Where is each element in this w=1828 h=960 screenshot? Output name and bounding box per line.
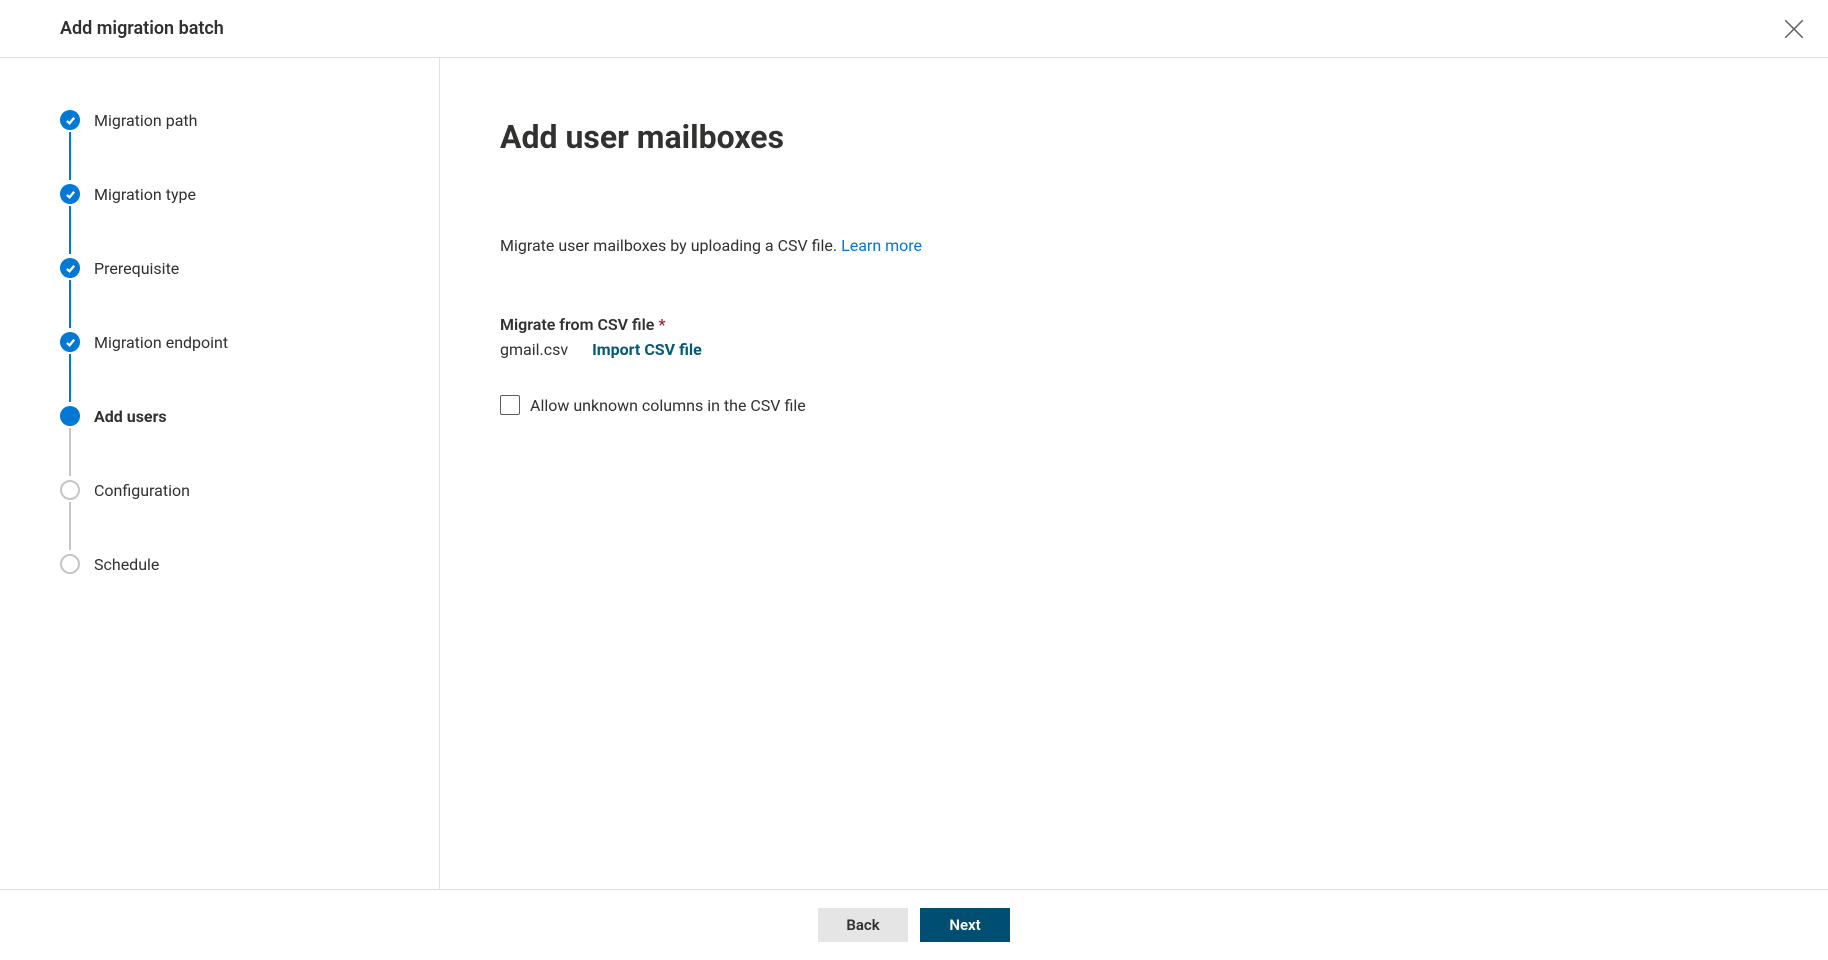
- back-button[interactable]: Back: [818, 908, 908, 942]
- checkmark-icon: [60, 184, 80, 204]
- step-label: Configuration: [94, 481, 190, 500]
- step-label: Migration endpoint: [94, 333, 228, 352]
- content-title: Add user mailboxes: [500, 118, 1768, 156]
- allow-unknown-columns-row: Allow unknown columns in the CSV file: [500, 395, 1768, 415]
- step-configuration: Configuration: [60, 478, 409, 502]
- step-migration-path[interactable]: Migration path: [60, 108, 409, 132]
- step-label: Schedule: [94, 555, 159, 574]
- page-header: Add migration batch: [0, 0, 1828, 58]
- step-schedule: Schedule: [60, 552, 409, 576]
- upcoming-step-icon: [60, 480, 80, 500]
- step-label: Add users: [94, 407, 167, 426]
- checkmark-icon: [60, 332, 80, 352]
- page-title: Add migration batch: [60, 18, 224, 39]
- current-step-icon: [60, 406, 80, 426]
- step-migration-type[interactable]: Migration type: [60, 182, 409, 206]
- csv-label-text: Migrate from CSV file: [500, 315, 654, 334]
- allow-unknown-columns-label: Allow unknown columns in the CSV file: [530, 396, 806, 415]
- checkmark-icon: [60, 110, 80, 130]
- step-label: Migration type: [94, 185, 196, 204]
- csv-field-label: Migrate from CSV file *: [500, 315, 1768, 334]
- close-button[interactable]: [1784, 19, 1804, 39]
- step-migration-endpoint[interactable]: Migration endpoint: [60, 330, 409, 354]
- learn-more-link[interactable]: Learn more: [841, 236, 922, 255]
- allow-unknown-columns-checkbox[interactable]: [500, 395, 520, 415]
- step-add-users[interactable]: Add users: [60, 404, 409, 428]
- step-label: Prerequisite: [94, 259, 179, 278]
- description-text: Migrate user mailboxes by uploading a CS…: [500, 236, 841, 255]
- wizard-content: Add user mailboxes Migrate user mailboxe…: [440, 58, 1828, 889]
- csv-file-name: gmail.csv: [500, 340, 568, 359]
- upcoming-step-icon: [60, 554, 80, 574]
- csv-file-row: gmail.csv Import CSV file: [500, 340, 1768, 359]
- wizard-footer: Back Next: [0, 889, 1828, 960]
- wizard-steps-sidebar: Migration path Migration type Prerequisi…: [0, 58, 440, 889]
- checkmark-icon: [60, 258, 80, 278]
- content-description: Migrate user mailboxes by uploading a CS…: [500, 236, 1768, 255]
- step-label: Migration path: [94, 111, 197, 130]
- import-csv-button[interactable]: Import CSV file: [592, 340, 702, 359]
- step-prerequisite[interactable]: Prerequisite: [60, 256, 409, 280]
- required-indicator: *: [658, 315, 665, 334]
- next-button[interactable]: Next: [920, 908, 1010, 942]
- close-icon: [1784, 19, 1804, 39]
